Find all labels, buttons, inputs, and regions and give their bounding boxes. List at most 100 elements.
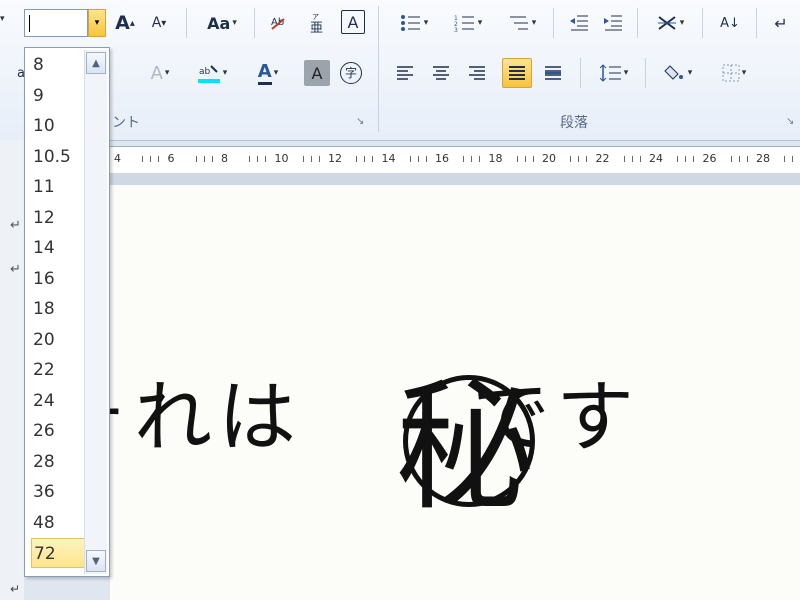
- font-size-dropdown-list[interactable]: 8 9 10 10.5 11 12 14 16 18 20 22 24 26 28 36 48 72 ▲ ▼: [24, 47, 110, 577]
- paragraph-dialog-launcher-icon[interactable]: ↘: [786, 116, 794, 127]
- bullets-button[interactable]: ▾: [392, 10, 436, 36]
- ruler-tick: [195, 156, 197, 162]
- secret-character: 秘: [395, 367, 536, 530]
- align-center-button[interactable]: [428, 60, 454, 86]
- ruler-tick: [623, 156, 625, 162]
- enclose-characters-button[interactable]: 字: [338, 60, 364, 86]
- distributed-button[interactable]: [540, 60, 566, 86]
- svg-text:ア: ア: [312, 13, 319, 21]
- separator: [756, 8, 757, 38]
- shading-button[interactable]: ▾: [656, 60, 700, 86]
- font-group-label: ント: [112, 115, 140, 131]
- numbering-button[interactable]: 1 2 3 ▾: [446, 10, 490, 36]
- asian-layout-button[interactable]: ▾: [648, 10, 692, 36]
- font-size-option[interactable]: 11: [31, 172, 85, 202]
- font-size-option[interactable]: 14: [31, 233, 85, 263]
- ruler-tick: [249, 156, 250, 162]
- font-size-input[interactable]: [24, 9, 88, 37]
- font-size-option[interactable]: 28: [31, 447, 85, 477]
- paragraph-mark-icon: ↵: [10, 582, 21, 596]
- align-right-button[interactable]: [464, 60, 490, 86]
- show-marks-button[interactable]: ↵: [768, 10, 794, 36]
- font-size-option[interactable]: 26: [31, 416, 85, 446]
- ruler-label: 26: [702, 152, 717, 165]
- font-size-option[interactable]: 10.5: [31, 142, 85, 172]
- ruler-label: 24: [649, 152, 663, 165]
- scrollbar[interactable]: ▲ ▼: [84, 50, 107, 574]
- ruler-tick: [516, 156, 518, 162]
- ruler-label: 16: [435, 152, 449, 165]
- ruler-bottom-bar: [110, 173, 800, 185]
- font-size-option[interactable]: 24: [31, 386, 85, 416]
- multilevel-list-button[interactable]: ▾: [500, 10, 544, 36]
- ruler-tick: [784, 156, 785, 162]
- paragraph-mark-icon: ↵: [10, 262, 21, 277]
- ruler-label: 28: [756, 152, 770, 165]
- change-case-button[interactable]: Aa ▾: [200, 10, 244, 36]
- sort-button[interactable]: A↓: [714, 10, 746, 36]
- font-size-option[interactable]: 9: [31, 81, 85, 111]
- ruler-tick: [372, 156, 373, 162]
- align-left-button[interactable]: [392, 60, 418, 86]
- font-size-dropdown-button[interactable]: ▾: [88, 9, 106, 37]
- decrease-indent-button[interactable]: [566, 10, 592, 36]
- paragraph-mark-icon: ↵: [10, 218, 21, 233]
- font-size-option[interactable]: 36: [31, 477, 85, 507]
- ruler-tick: [693, 156, 694, 162]
- ruler-tick: [532, 156, 534, 162]
- increase-indent-button[interactable]: [600, 10, 626, 36]
- font-size-option[interactable]: 48: [31, 508, 85, 538]
- grow-font-button[interactable]: A ▴: [112, 10, 138, 36]
- ruler-tick: [570, 156, 571, 162]
- clear-format-icon[interactable]: Ab: [266, 10, 292, 36]
- justify-button[interactable]: [502, 58, 532, 88]
- separator: [637, 8, 638, 38]
- ruler-tick: [142, 156, 143, 162]
- shrink-font-button[interactable]: A ▾: [146, 10, 172, 36]
- ruler-tick: [409, 156, 411, 162]
- ruler-label: 10: [274, 152, 289, 165]
- font-size-option[interactable]: 8: [31, 50, 85, 80]
- text-caret: [29, 15, 30, 32]
- chevron-down-icon: ▾: [94, 18, 100, 28]
- highlight-button[interactable]: ab ▾: [188, 60, 236, 86]
- ruler-tick: [318, 156, 320, 162]
- document-page[interactable]: それは です 秘: [50, 185, 800, 600]
- font-size-option[interactable]: 16: [31, 264, 85, 294]
- line-spacing-button[interactable]: ▾: [592, 60, 636, 86]
- separator: [702, 8, 703, 38]
- character-border-button[interactable]: A: [341, 10, 365, 34]
- borders-button[interactable]: ▾: [712, 60, 756, 86]
- font-size-option[interactable]: 10: [31, 111, 85, 141]
- ruler-tick: [150, 156, 151, 162]
- font-size-option[interactable]: 12: [31, 203, 85, 233]
- font-size-option[interactable]: 20: [31, 325, 85, 355]
- font-color-button[interactable]: A ▾: [246, 60, 290, 86]
- ruler-label: 6: [167, 152, 175, 165]
- font-size-option[interactable]: 72: [31, 538, 85, 568]
- horizontal-ruler[interactable]: 4 6 8 10 12 14 16 18 20 22 24 26 28: [110, 146, 800, 174]
- ruler-tick: [356, 156, 357, 162]
- font-dialog-launcher-icon[interactable]: ↘: [356, 116, 364, 127]
- group-separator: [378, 6, 379, 132]
- scroll-down-button[interactable]: ▼: [86, 550, 106, 572]
- font-size-option[interactable]: 18: [31, 294, 85, 324]
- scroll-up-button[interactable]: ▲: [86, 52, 106, 74]
- ruler-tick: [417, 156, 419, 162]
- character-shading-button[interactable]: A: [304, 60, 330, 86]
- ruler-tick: [425, 156, 427, 162]
- text-effects-button[interactable]: A ▾: [138, 60, 182, 86]
- ribbon: ▾ ▾ A ▴ A ▾ Aa ▾ Ab ア亜 A ▾ 1 2 3 ▾ ▾ ▾ A↓ ↵ a …: [0, 0, 800, 141]
- font-size-option[interactable]: 22: [31, 355, 85, 385]
- ruler-tick: [685, 156, 686, 162]
- left-dropdown-arrow[interactable]: ▾: [0, 14, 5, 24]
- ruler-tick: [463, 156, 464, 162]
- ruler-label: 8: [221, 152, 228, 165]
- ruler-label: 18: [488, 152, 503, 165]
- ruler-label: 14: [381, 152, 396, 165]
- enclosed-character: 秘: [395, 335, 545, 530]
- phonetic-guide-button[interactable]: ア亜: [304, 10, 330, 36]
- ruler-label: 12: [328, 152, 342, 165]
- ruler-tick: [265, 156, 266, 162]
- ruler-label: 20: [542, 152, 556, 165]
